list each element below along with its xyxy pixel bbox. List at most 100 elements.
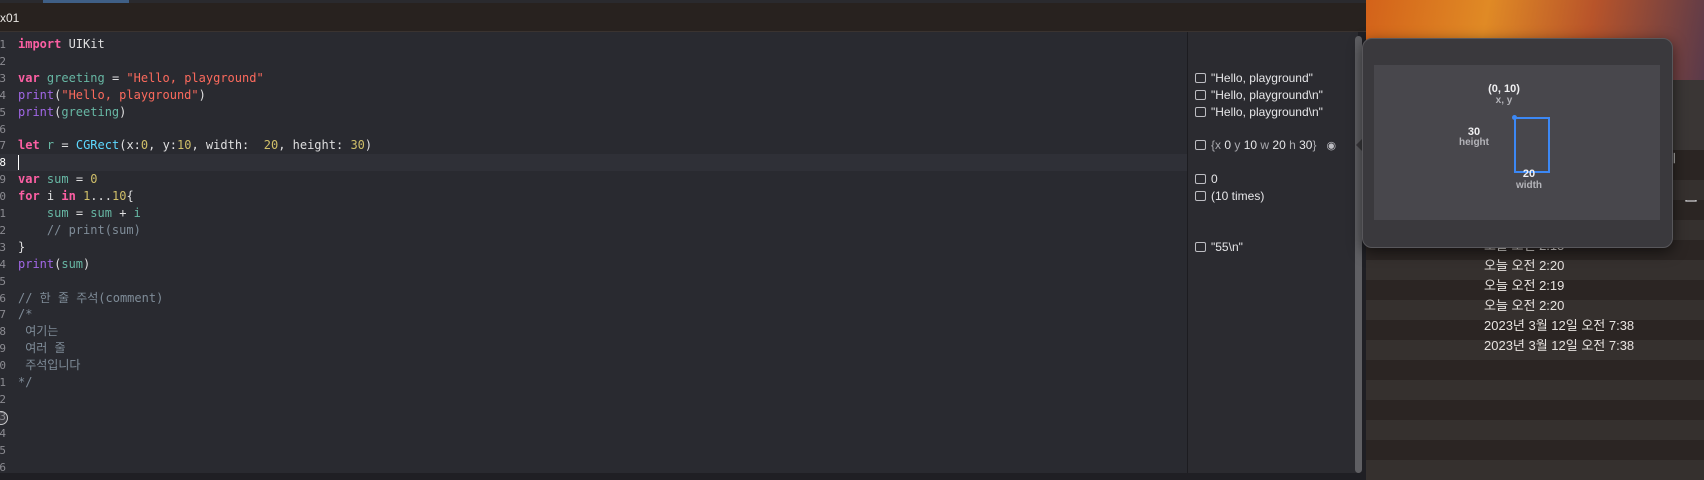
line-number[interactable]: 9 (0, 340, 6, 357)
line-number[interactable]: 4 (0, 87, 6, 104)
code-text: var sum = 0 (18, 171, 98, 188)
line-number[interactable]: 6 (0, 290, 6, 307)
code-token: print (18, 104, 55, 119)
code-line[interactable]: 4 print(sum) (0, 256, 1187, 273)
result-text: "55\n" (1211, 239, 1243, 254)
result-toggle-icon[interactable] (1195, 72, 1206, 83)
code-text: /* (18, 306, 32, 323)
code-token: greeting (61, 104, 120, 119)
code-line[interactable]: 2 // print(sum) (0, 222, 1187, 239)
line-number[interactable]: 1 (0, 374, 6, 391)
code-token: , height: (278, 138, 351, 153)
finder-date-modified[interactable]: 2023년 3월 12일 오전 7:38 (1484, 336, 1634, 356)
code-editor[interactable]: 1 import UIKit 2 3 var greeting = "Hello, pl… (0, 32, 1187, 474)
code-line[interactable]: 5 print(greeting) (0, 104, 1187, 121)
code-line[interactable]: 0 for i in 1...10{ (0, 188, 1187, 205)
line-number[interactable]: 9 (0, 171, 6, 188)
code-text: */ (18, 374, 32, 391)
line-number[interactable]: 6 (0, 121, 6, 138)
result-toggle-icon[interactable] (1195, 89, 1206, 100)
code-line[interactable]: 1 */ (0, 374, 1187, 391)
code-line[interactable]: 0 주석입니다 (0, 357, 1187, 374)
code-text: import UIKit (18, 36, 105, 53)
code-line[interactable]: 3 var greeting = "Hello, playground" (0, 70, 1187, 87)
line-number[interactable]: 8 (0, 323, 6, 340)
line-number[interactable]: 1 (0, 205, 6, 222)
code-line[interactable]: 2 (0, 53, 1187, 70)
code-token: = (68, 206, 91, 220)
code-line[interactable]: 6 // 한 줄 주석(comment) (0, 290, 1187, 307)
line-number[interactable]: 3 (0, 239, 6, 256)
line-number[interactable]: 8 (0, 154, 6, 171)
width-value: 20 (1522, 168, 1536, 180)
result-toggle-icon[interactable] (1195, 140, 1206, 151)
code-line[interactable]: 7 /* (0, 306, 1187, 323)
code-token: = (54, 138, 76, 153)
line-number[interactable]: 4 (0, 256, 6, 273)
width-caption: width (1515, 180, 1543, 191)
quicklook-eye-icon[interactable]: ◉ (1326, 138, 1336, 155)
code-token: print (18, 87, 55, 102)
code-line[interactable]: 3 (0, 408, 1187, 425)
code-line[interactable]: 4 print("Hello, playground") (0, 87, 1187, 104)
code-line[interactable]: 1 import UIKit (0, 36, 1187, 53)
result-item[interactable]: "Hello, playground\n" (1195, 104, 1323, 121)
result-item[interactable]: {x 0 y 10 w 20 h 30} ◉ (1195, 137, 1336, 154)
line-number[interactable]: 2 (0, 53, 6, 70)
rect-result-part: 10 (1243, 138, 1258, 153)
finder-date-modified[interactable]: 오늘 오전 2:20 (1484, 296, 1564, 316)
code-line[interactable]: 1 sum = sum + i (0, 205, 1187, 222)
finder-date-modified[interactable]: 오늘 오전 2:19 (1484, 276, 1564, 296)
scrollbar[interactable] (1355, 36, 1362, 473)
code-text: for i in 1...10{ (18, 188, 134, 205)
origin-caption: x, y (1495, 95, 1513, 106)
line-number[interactable]: 0 (0, 188, 6, 205)
code-line[interactable]: 5 (0, 273, 1187, 290)
result-toggle-icon[interactable] (1195, 191, 1206, 202)
finder-row (1366, 380, 1704, 400)
result-toggle-icon[interactable] (1195, 241, 1206, 252)
quicklook-popover: (0, 10) x, y 30 height 20 width (1362, 38, 1673, 248)
result-item[interactable]: 0 (1195, 171, 1218, 188)
result-item[interactable]: (10 times) (1195, 188, 1264, 205)
code-line[interactable]: 4 (0, 425, 1187, 442)
result-item[interactable]: "Hello, playground\n" (1195, 87, 1323, 104)
line-number[interactable]: 5 (0, 273, 6, 290)
result-item[interactable]: "Hello, playground" (1195, 70, 1313, 87)
code-token: 10 (111, 189, 127, 204)
result-item[interactable]: "55\n" (1195, 239, 1243, 256)
code-line[interactable]: 6 (0, 121, 1187, 138)
tab-title[interactable]: x01 (0, 11, 19, 25)
finder-row (1366, 420, 1704, 440)
line-number[interactable]: 7 (0, 137, 6, 154)
result-toggle-icon[interactable] (1195, 174, 1206, 185)
line-number[interactable]: 2 (0, 391, 6, 408)
code-line[interactable]: 3} (0, 239, 1187, 256)
line-number[interactable]: 3 (0, 408, 6, 425)
code-line[interactable]: 5 (0, 442, 1187, 459)
code-token: "Hello, playground" (126, 70, 264, 85)
finder-date-modified[interactable]: 2023년 3월 12일 오전 7:38 (1484, 316, 1634, 336)
line-number[interactable]: 4 (0, 425, 6, 442)
line-number[interactable]: 7 (0, 306, 6, 323)
line-number[interactable]: 5 (0, 442, 6, 459)
line-number[interactable]: 5 (0, 104, 6, 121)
finder-date-modified[interactable]: 오늘 오전 2:20 (1484, 256, 1564, 276)
line-number[interactable]: 1 (0, 36, 6, 53)
code-line[interactable]: 9 var sum = 0 (0, 171, 1187, 188)
rect-outline (1514, 117, 1550, 173)
finder-row (1366, 460, 1704, 480)
code-line[interactable]: 9 여러 줄 (0, 340, 1187, 357)
line-number[interactable]: 3 (0, 70, 6, 87)
code-line[interactable]: 2 (0, 391, 1187, 408)
code-line[interactable]: 8 (0, 154, 1187, 172)
line-number[interactable]: 2 (0, 222, 6, 239)
code-line[interactable]: 7 let r = CGRect(x:0, y:10, width: 20, he… (0, 137, 1187, 154)
code-line[interactable]: 8 여기는 (0, 323, 1187, 340)
line-number[interactable]: 0 (0, 357, 6, 374)
code-token: 20 (263, 138, 279, 153)
finder-row (1366, 440, 1704, 460)
code-token: 10 (177, 138, 192, 153)
result-toggle-icon[interactable] (1195, 106, 1206, 117)
